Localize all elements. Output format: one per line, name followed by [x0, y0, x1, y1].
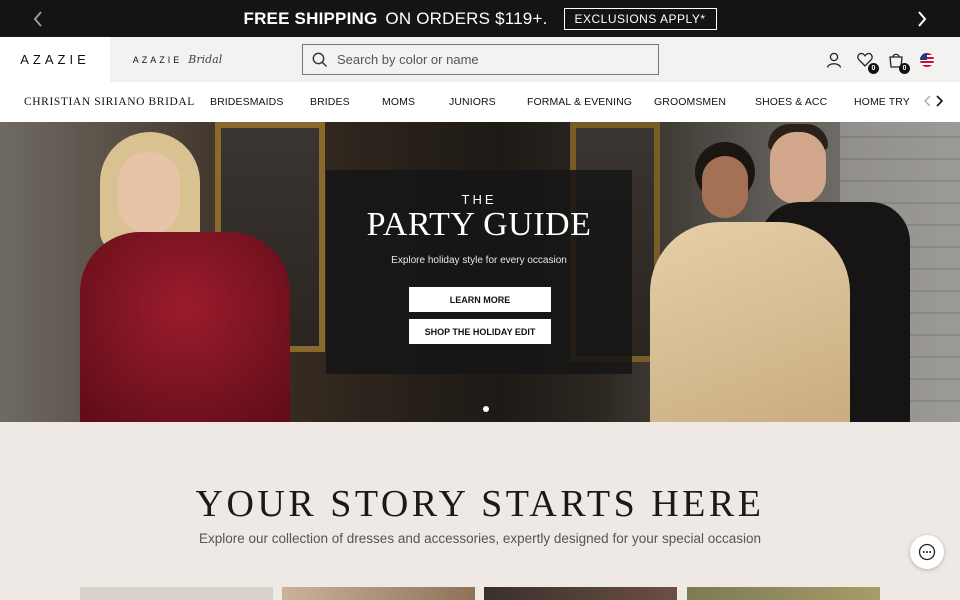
- promo-bold-text: FREE SHIPPING: [243, 8, 378, 28]
- hero-model-champagne-dress: [650, 142, 860, 422]
- cart-count-badge: 0: [899, 62, 910, 74]
- search-icon[interactable]: [303, 52, 337, 68]
- hero-model-red-dress: [60, 132, 320, 422]
- carousel-dot[interactable]: [483, 406, 489, 412]
- chevron-right-icon: [918, 10, 927, 27]
- nav-scroll-right-icon[interactable]: [936, 94, 944, 110]
- category-card[interactable]: [687, 587, 880, 600]
- azazie-logo[interactable]: AZAZIE: [0, 37, 110, 82]
- chat-button[interactable]: [910, 535, 944, 569]
- azazie-bridal-logo[interactable]: AZAZIE Bridal: [110, 37, 245, 82]
- category-card[interactable]: [282, 587, 475, 600]
- nav-scroll-left-icon[interactable]: [924, 94, 931, 110]
- header-actions: 0 0: [825, 37, 936, 82]
- nav-item-juniors[interactable]: JUNIORS: [449, 96, 496, 108]
- bridal-logo-script: Bridal: [188, 53, 223, 66]
- hero-kicker: THE: [461, 192, 497, 207]
- nav-item-groomsmen[interactable]: GROOMSMEN: [654, 96, 726, 108]
- cart-icon[interactable]: 0: [887, 51, 910, 74]
- search-box[interactable]: [302, 44, 659, 75]
- account-icon[interactable]: [825, 51, 843, 69]
- hero-card: THE PARTY GUIDE Explore holiday style fo…: [326, 170, 632, 374]
- nav-item-christian-siriano-bridal[interactable]: CHRISTIAN SIRIANO BRIDAL: [24, 96, 195, 108]
- site-header: AZAZIE AZAZIE Bridal 0 0: [0, 37, 960, 82]
- hero-banner[interactable]: THE PARTY GUIDE Explore holiday style fo…: [0, 122, 960, 422]
- category-card[interactable]: [80, 587, 273, 600]
- category-card[interactable]: [484, 587, 677, 600]
- section-subtitle: Explore our collection of dresses and ac…: [198, 531, 762, 546]
- promo-regular-text: ON ORDERS $119+.: [385, 8, 548, 28]
- main-nav: CHRISTIAN SIRIANO BRIDAL BRIDESMAIDS BRI…: [0, 82, 960, 122]
- promo-message: FREE SHIPPING ON ORDERS $119+. EXCLUSION…: [0, 0, 960, 37]
- nav-item-brides[interactable]: BRIDES: [310, 96, 350, 108]
- section-title: YOUR STORY STARTS HERE: [195, 483, 765, 525]
- search-input[interactable]: [337, 52, 637, 67]
- chat-icon: [918, 543, 936, 561]
- wishlist-count-badge: 0: [868, 62, 879, 74]
- learn-more-button[interactable]: LEARN MORE: [409, 287, 551, 312]
- country-flag-icon[interactable]: [918, 51, 936, 69]
- hero-title: PARTY GUIDE: [366, 206, 592, 243]
- exclusions-apply-link[interactable]: EXCLUSIONS APPLY*: [563, 7, 717, 30]
- nav-item-shoes-acc[interactable]: SHOES & ACC: [755, 96, 827, 108]
- nav-item-formal-evening[interactable]: FORMAL & EVENING: [527, 96, 632, 108]
- nav-item-moms[interactable]: MOMS: [382, 96, 415, 108]
- promo-next-button[interactable]: [902, 0, 942, 37]
- bridal-logo-word: AZAZIE: [132, 54, 183, 65]
- promo-bar: FREE SHIPPING ON ORDERS $119+. EXCLUSION…: [0, 0, 960, 37]
- wishlist-icon[interactable]: 0: [856, 51, 879, 74]
- hero-subtitle: Explore holiday style for every occasion: [391, 255, 567, 266]
- shop-holiday-edit-button[interactable]: SHOP THE HOLIDAY EDIT: [409, 319, 551, 344]
- nav-item-home-try-on[interactable]: HOME TRY C: [854, 96, 912, 108]
- nav-item-bridesmaids[interactable]: BRIDESMAIDS: [210, 96, 283, 108]
